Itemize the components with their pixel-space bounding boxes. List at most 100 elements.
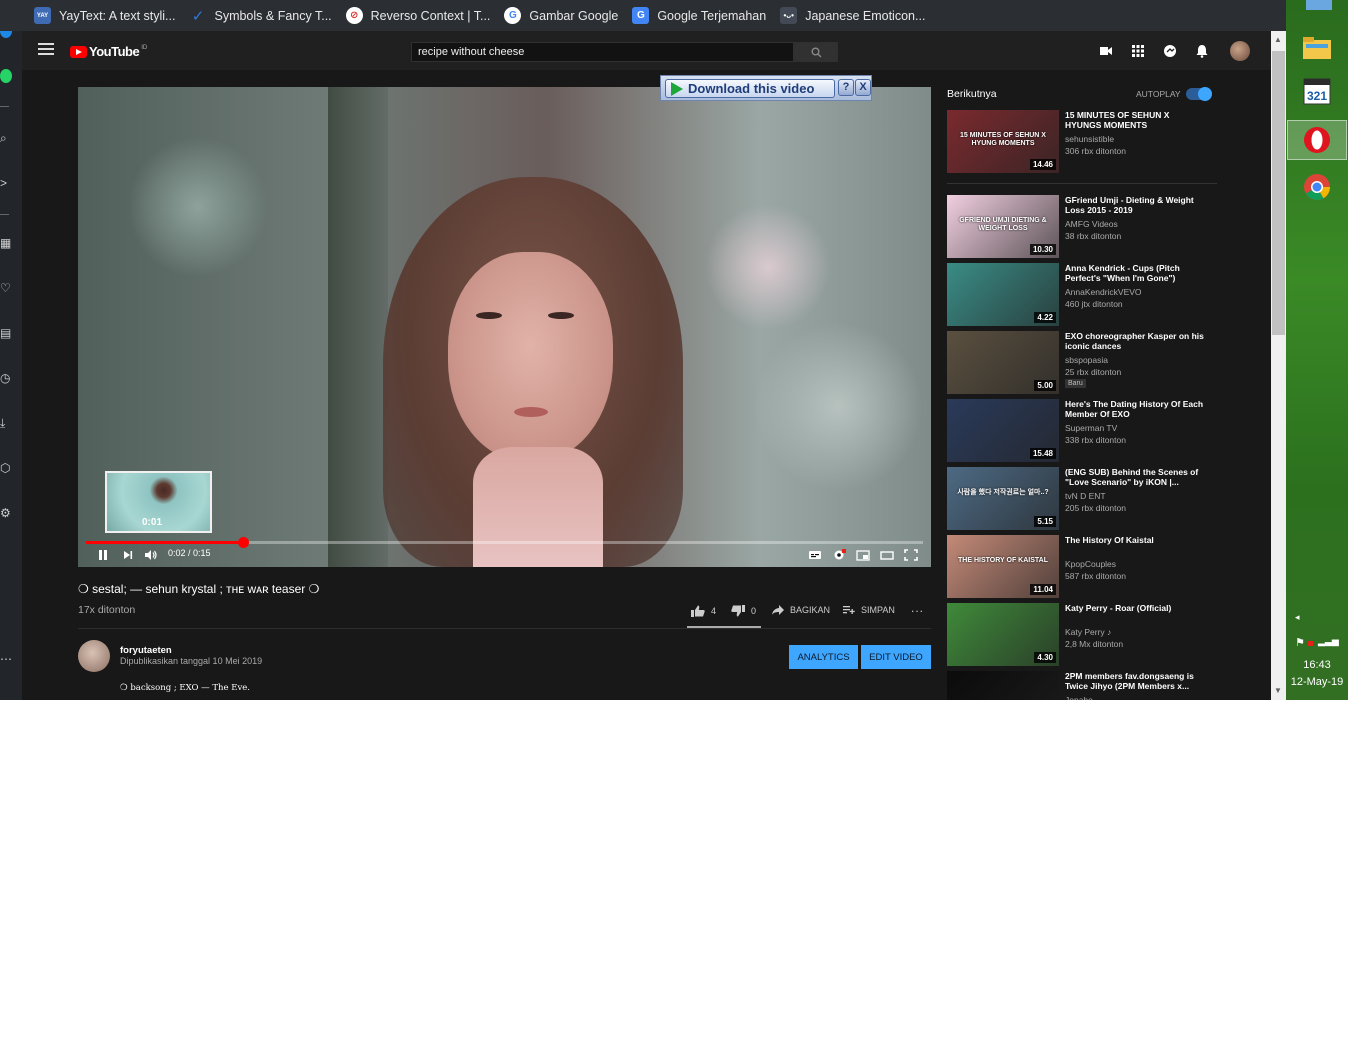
recommendation-thumbnail[interactable]: 15.48 bbox=[947, 399, 1059, 462]
recommendation-title[interactable]: 2PM members fav.dongsaeng is Twice Jihyo… bbox=[1065, 671, 1205, 691]
account-avatar[interactable] bbox=[1230, 41, 1250, 61]
messages-icon[interactable] bbox=[1163, 44, 1177, 58]
recommendation-item[interactable]: 4.22 Anna Kendrick - Cups (Pitch Perfect'… bbox=[947, 263, 1217, 327]
recommendation-item[interactable]: 15 MINUTES OF SEHUN X HYUNG MOMENTS 14.46… bbox=[947, 110, 1217, 174]
news-icon[interactable]: ▤ bbox=[0, 326, 14, 340]
history-icon[interactable]: ◷ bbox=[0, 371, 14, 385]
search-icon bbox=[811, 47, 821, 57]
recommendation-thumbnail[interactable]: 4.30 bbox=[947, 603, 1059, 666]
volume-icon[interactable] bbox=[144, 548, 158, 562]
dislike-button[interactable]: 0 bbox=[731, 605, 756, 617]
page-scrollbar[interactable]: ▲ ▼ bbox=[1271, 31, 1286, 700]
edit-video-button[interactable]: EDIT VIDEO bbox=[861, 645, 931, 669]
bookmark-item[interactable]: •ᴗ• Japanese Emoticon... bbox=[780, 0, 933, 31]
recommendation-channel[interactable]: AnnaKendrickVEVO bbox=[1065, 287, 1142, 297]
channel-name[interactable]: foryutaeten bbox=[120, 645, 172, 656]
progress-scrubber[interactable] bbox=[237, 537, 249, 548]
save-button[interactable]: SIMPAN bbox=[843, 605, 895, 615]
recommendation-title[interactable]: Here's The Dating History Of Each Member… bbox=[1065, 399, 1205, 419]
bookmarks-heart-icon[interactable]: ♡ bbox=[0, 281, 14, 295]
recommendation-title[interactable]: (ENG SUB) Behind the Scenes of "Love Sce… bbox=[1065, 467, 1205, 487]
theater-mode-icon[interactable] bbox=[880, 548, 894, 562]
chrome-icon[interactable] bbox=[1300, 170, 1334, 204]
miniplayer-icon[interactable] bbox=[856, 548, 870, 562]
recommendation-item[interactable]: 5.00 EXO choreographer Kasper on his icon… bbox=[947, 331, 1217, 395]
recommendation-channel[interactable]: tvN D ENT bbox=[1065, 491, 1106, 501]
tray-expand-icon[interactable]: ◂ bbox=[1295, 612, 1300, 623]
channel-avatar[interactable] bbox=[78, 640, 110, 672]
hamburger-menu-icon[interactable] bbox=[38, 43, 54, 57]
recommendation-title[interactable]: The History Of Kaistal bbox=[1065, 535, 1205, 545]
notifications-bell-icon[interactable] bbox=[1195, 44, 1209, 58]
recommendation-thumbnail[interactable]: 5.00 bbox=[947, 331, 1059, 394]
file-explorer-icon[interactable] bbox=[1300, 30, 1334, 64]
recommendation-thumbnail[interactable]: 사람을 했다 저작권료는 얼마..? 5.15 bbox=[947, 467, 1059, 530]
recommendation-item[interactable]: 사람을 했다 저작권료는 얼마..? 5.15 (ENG SUB) Behind t… bbox=[947, 467, 1217, 531]
recommendation-title[interactable]: GFriend Umji - Dieting & Weight Loss 201… bbox=[1065, 195, 1205, 215]
search-icon[interactable]: ⌕ bbox=[0, 131, 14, 145]
scroll-thumb[interactable] bbox=[1272, 51, 1285, 335]
progress-bar[interactable] bbox=[86, 537, 923, 548]
speed-dial-icon[interactable]: ▦ bbox=[0, 236, 14, 250]
recommendation-title[interactable]: Katy Perry - Roar (Official) bbox=[1065, 603, 1205, 613]
bookmark-item[interactable]: G Gambar Google bbox=[504, 0, 626, 31]
scroll-down-icon[interactable]: ▼ bbox=[1274, 686, 1282, 695]
settings-gear-icon[interactable] bbox=[832, 548, 847, 562]
recommendation-channel[interactable]: KpopCouples bbox=[1065, 559, 1116, 569]
download-video-button[interactable]: Download this video bbox=[665, 79, 835, 98]
bookmark-item[interactable]: YAY YayText: A text styli... bbox=[34, 0, 183, 31]
create-video-icon[interactable] bbox=[1099, 44, 1113, 58]
recommendation-channel[interactable]: sbspopasia bbox=[1065, 355, 1108, 365]
recommendation-item[interactable]: THE HISTORY OF KAISTAL 11.04 The History O… bbox=[947, 535, 1217, 599]
analytics-button[interactable]: ANALYTICS bbox=[789, 645, 858, 669]
recommendation-thumbnail[interactable] bbox=[947, 671, 1059, 700]
tray-flag-icon[interactable]: ⚑ bbox=[1295, 636, 1305, 649]
recommendation-channel[interactable]: Jonaho bbox=[1065, 695, 1093, 700]
share-button[interactable]: BAGIKAN bbox=[772, 605, 830, 615]
recommendation-item[interactable]: 15.48 Here's The Dating History Of Each M… bbox=[947, 399, 1217, 463]
recommendation-title[interactable]: Anna Kendrick - Cups (Pitch Perfect's "W… bbox=[1065, 263, 1205, 283]
recommendation-title[interactable]: 15 MINUTES OF SEHUN X HYUNGS MOMENTS bbox=[1065, 110, 1205, 130]
recommendation-thumbnail[interactable]: THE HISTORY OF KAISTAL 11.04 bbox=[947, 535, 1059, 598]
apps-grid-icon[interactable] bbox=[1131, 44, 1145, 58]
autoplay-toggle[interactable] bbox=[1186, 87, 1212, 101]
tray-signal-icon[interactable]: ▂▃▅ bbox=[1318, 636, 1339, 647]
pause-icon[interactable] bbox=[96, 548, 110, 562]
like-button[interactable]: 4 bbox=[691, 605, 716, 617]
bookmark-item[interactable]: ⊘ Reverso Context | T... bbox=[345, 0, 499, 31]
flow-icon[interactable]: > bbox=[0, 176, 14, 190]
recommendation-item[interactable]: GFRIEND UMJI DIETING & WEIGHT LOSS 10.30 G… bbox=[947, 195, 1217, 259]
search-button[interactable] bbox=[794, 42, 838, 62]
taskbar-clock[interactable]: 16:43 12-May-19 bbox=[1286, 657, 1348, 691]
bookmark-item[interactable]: ✓ Symbols & Fancy T... bbox=[189, 0, 339, 31]
recommendation-thumbnail[interactable]: 15 MINUTES OF SEHUN X HYUNG MOMENTS 14.46 bbox=[947, 110, 1059, 173]
subtitles-icon[interactable] bbox=[808, 548, 822, 562]
recommendation-thumbnail[interactable]: 4.22 bbox=[947, 263, 1059, 326]
recommendation-channel[interactable]: AMFG Videos bbox=[1065, 219, 1118, 229]
recommendation-item[interactable]: 4.30 Katy Perry - Roar (Official) Katy Per… bbox=[947, 603, 1217, 667]
download-help-button[interactable]: ? bbox=[838, 79, 854, 96]
video-player[interactable]: 0:01 0:02 / 0:15 bbox=[78, 87, 931, 567]
recommendation-title[interactable]: EXO choreographer Kasper on his iconic d… bbox=[1065, 331, 1205, 351]
search-input[interactable] bbox=[411, 42, 794, 62]
next-video-icon[interactable] bbox=[122, 548, 134, 562]
bookmark-item[interactable]: G Google Terjemahan bbox=[632, 0, 774, 31]
more-actions-icon[interactable]: ... bbox=[911, 601, 924, 615]
youtube-logo[interactable]: YouTube ID bbox=[70, 44, 147, 59]
recommendation-channel[interactable]: Katy Perry ♪ bbox=[1065, 627, 1111, 637]
more-dots-icon[interactable]: ⋯ bbox=[0, 652, 14, 666]
calendar-icon[interactable]: 321 bbox=[1300, 74, 1334, 108]
recommendation-item[interactable]: 2PM members fav.dongsaeng is Twice Jihyo… bbox=[947, 671, 1217, 700]
settings-icon[interactable]: ⚙ bbox=[0, 506, 14, 520]
whatsapp-icon[interactable] bbox=[0, 69, 12, 83]
download-close-button[interactable]: X bbox=[855, 79, 871, 96]
recommendation-channel[interactable]: sehunsistible bbox=[1065, 134, 1114, 144]
taskbar-app-partial[interactable] bbox=[1306, 0, 1332, 10]
extensions-icon[interactable]: ⬡ bbox=[0, 461, 14, 475]
fullscreen-icon[interactable] bbox=[904, 548, 918, 562]
opera-icon[interactable] bbox=[1300, 123, 1334, 157]
recommendation-channel[interactable]: Superman TV bbox=[1065, 423, 1117, 433]
downloads-icon[interactable]: ⤓ bbox=[0, 416, 14, 430]
recommendation-thumbnail[interactable]: GFRIEND UMJI DIETING & WEIGHT LOSS 10.30 bbox=[947, 195, 1059, 258]
scroll-up-icon[interactable]: ▲ bbox=[1274, 35, 1282, 44]
